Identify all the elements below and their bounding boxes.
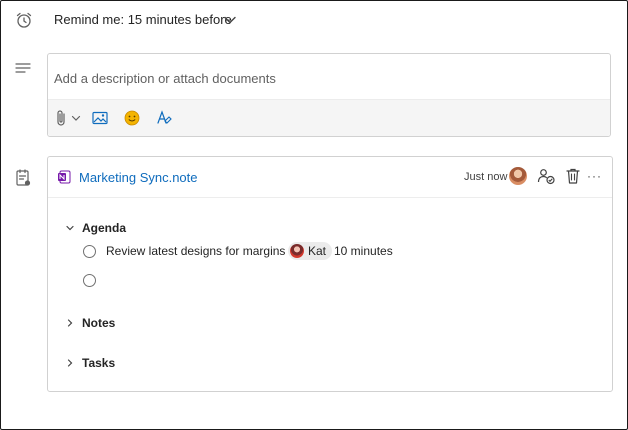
section-label-tasks[interactable]: Tasks — [82, 356, 115, 370]
chevron-down-icon[interactable] — [223, 13, 237, 27]
task-duration: 10 minutes — [334, 244, 393, 258]
section-label-agenda[interactable]: Agenda — [82, 221, 126, 235]
section-label-notes[interactable]: Notes — [82, 316, 115, 330]
trash-icon[interactable] — [565, 167, 581, 185]
description-input[interactable] — [48, 54, 610, 102]
more-options-icon[interactable]: ··· — [587, 169, 601, 183]
format-text-button[interactable] — [156, 108, 172, 128]
window-frame: Remind me: 15 minutes before Add a descr… — [0, 0, 628, 430]
avatar[interactable] — [509, 167, 527, 185]
insert-image-button[interactable] — [92, 108, 108, 128]
notes-icon — [16, 169, 31, 186]
emoji-icon — [124, 110, 140, 126]
attach-button[interactable] — [56, 108, 81, 128]
paperclip-icon — [57, 110, 65, 126]
assignee-mention[interactable]: Kat — [288, 242, 333, 260]
card-title-link[interactable]: Marketing Sync.note — [79, 170, 198, 185]
description-editor — [47, 53, 611, 137]
assignee-name: Kat — [308, 244, 327, 258]
task-checkbox[interactable] — [83, 274, 96, 287]
chevron-right-icon[interactable] — [66, 359, 74, 367]
chevron-down-icon[interactable] — [66, 224, 74, 232]
text-format-icon — [157, 110, 172, 124]
image-icon — [92, 111, 108, 125]
chevron-down-icon[interactable] — [71, 113, 81, 123]
onenote-icon — [58, 170, 71, 184]
alarm-clock-icon — [16, 12, 32, 28]
card-header: Marketing Sync.note Just now ··· — [48, 157, 612, 198]
avatar — [290, 244, 304, 258]
timestamp: Just now — [464, 171, 508, 183]
loop-component-card: Marketing Sync.note Just now ··· Agenda … — [47, 156, 613, 392]
people-share-icon[interactable] — [537, 167, 555, 185]
description-toolbar — [48, 99, 610, 136]
chevron-right-icon[interactable] — [66, 319, 74, 327]
text-lines-icon — [15, 63, 31, 73]
task-text[interactable]: Review latest designs for margins — [106, 244, 285, 258]
task-checkbox[interactable] — [83, 245, 96, 258]
emoji-button[interactable] — [124, 108, 140, 128]
reminder-dropdown-label[interactable]: Remind me: 15 minutes before — [54, 12, 232, 27]
